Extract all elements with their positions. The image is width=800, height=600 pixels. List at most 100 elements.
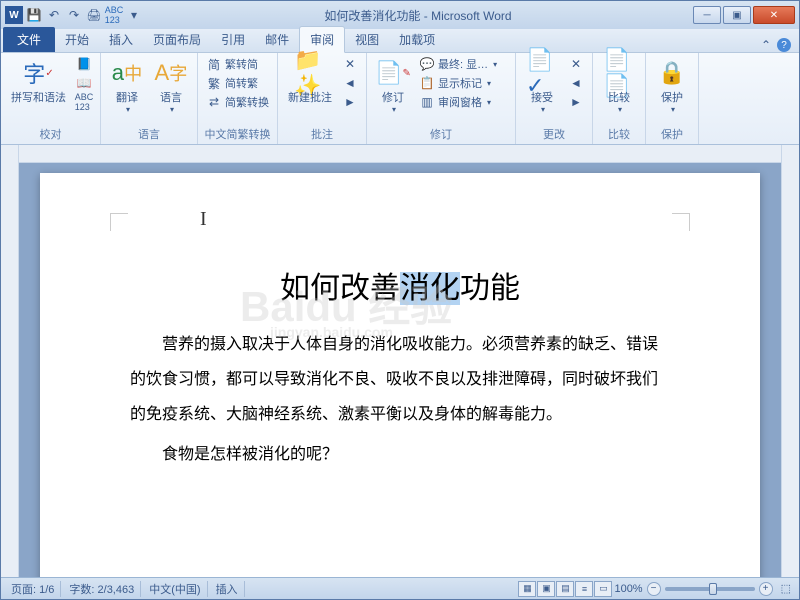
compare-button[interactable]: 📄📄 比较▾ (599, 55, 639, 116)
pane-icon: ▥ (419, 94, 435, 110)
accept-icon: 📄✓ (526, 57, 558, 89)
trad-icon: 繁 (206, 75, 222, 91)
paragraph[interactable]: 营养的摄入取决于人体自身的消化吸收能力。必须营养素的缺乏、错误的饮食习惯，都可以… (130, 327, 670, 433)
minimize-ribbon-icon[interactable]: ⌃ (761, 38, 771, 52)
vertical-ruler[interactable] (1, 145, 19, 577)
thesaurus-button[interactable]: 📖 (74, 74, 94, 92)
quick-access-toolbar: W 💾 ↶ ↷ 🖨 ABC123 ▾ (5, 6, 143, 24)
zoom-thumb[interactable] (709, 583, 717, 595)
save-icon[interactable]: 💾 (25, 6, 43, 24)
globe-icon: A字 (155, 57, 187, 89)
page-indicator[interactable]: 页面: 1/6 (5, 581, 61, 597)
group-chinese: 简繁转简 繁简转繁 ⇄简繁转换 中文简繁转换 (198, 53, 278, 144)
statusbar: 页面: 1/6 字数: 2/3,463 中文(中国) 插入 ▦ ▣ ▤ ≡ ▭ … (1, 577, 799, 599)
close-button[interactable]: ✕ (753, 6, 795, 24)
zoom-in-button[interactable]: + (759, 582, 773, 596)
redo-icon[interactable]: ↷ (65, 6, 83, 24)
simp-icon: 简 (206, 56, 222, 72)
new-comment-button[interactable]: 📁✨ 新建批注 (284, 55, 336, 107)
zoom-level[interactable]: 100% (614, 583, 642, 595)
tab-insert[interactable]: 插入 (99, 27, 143, 52)
horizontal-ruler[interactable] (19, 145, 781, 163)
prev-change-icon: ◄ (568, 75, 584, 91)
word-icon[interactable]: W (5, 6, 23, 24)
review-pane-button[interactable]: ▥审阅窗格▾ (417, 93, 509, 111)
group-compare: 📄📄 比较▾ 比较 (593, 53, 646, 144)
tab-mailings[interactable]: 邮件 (255, 27, 299, 52)
word-count[interactable]: 字数: 2/3,463 (63, 581, 141, 597)
print-layout-view[interactable]: ▦ (518, 581, 536, 597)
prev-comment-button[interactable]: ◄ (340, 74, 360, 92)
zoom-slider[interactable] (665, 587, 755, 591)
protect-button[interactable]: 🔒 保护▾ (652, 55, 692, 116)
compare-icon: 📄📄 (603, 57, 635, 89)
margin-corner (110, 213, 128, 231)
tab-addins[interactable]: 加载项 (389, 27, 445, 52)
markup-icon: 📋 (419, 75, 435, 91)
field-icon[interactable]: ABC123 (105, 6, 123, 24)
minimize-button[interactable]: ─ (693, 6, 721, 24)
to-simplified-button[interactable]: 简繁转简 (204, 55, 271, 73)
lock-icon: 🔒 (656, 57, 688, 89)
web-view[interactable]: ▤ (556, 581, 574, 597)
zoom-control: 100% − + ⬚ (614, 582, 795, 596)
zoom-out-button[interactable]: − (647, 582, 661, 596)
track-icon: 📄✎ (377, 57, 409, 89)
word-window: W 💾 ↶ ↷ 🖨 ABC123 ▾ 如何改善消化功能 - Microsoft … (0, 0, 800, 600)
next-change-button[interactable]: ► (566, 93, 586, 111)
language-indicator[interactable]: 中文(中国) (143, 581, 207, 597)
group-language: a中 翻译▾ A字 语言▾ 语言 (101, 53, 198, 144)
thesaurus-icon: 📖 (76, 75, 92, 91)
translate-button[interactable]: a中 翻译▾ (107, 55, 147, 116)
to-traditional-button[interactable]: 繁简转繁 (204, 74, 271, 92)
qat-dropdown-icon[interactable]: ▾ (125, 6, 143, 24)
convert-button[interactable]: ⇄简繁转换 (204, 93, 271, 111)
accept-button[interactable]: 📄✓ 接受▾ (522, 55, 562, 116)
prev-change-button[interactable]: ◄ (566, 74, 586, 92)
page-scroll[interactable]: I Baidu 经验 jingyan.baidu.com 如何改善消化功能 营养… (19, 145, 781, 577)
print-icon[interactable]: 🖨 (85, 6, 103, 24)
ribbon-tabs: 文件 开始 插入 页面布局 引用 邮件 审阅 视图 加载项 ⌃ ? (1, 29, 799, 53)
show-markup-button[interactable]: 📋显示标记▾ (417, 74, 509, 92)
insert-mode[interactable]: 插入 (210, 581, 245, 597)
group-comments: 📁✨ 新建批注 ✕ ◄ ► 批注 (278, 53, 367, 144)
reject-icon: ✕ (568, 56, 584, 72)
document-page[interactable]: I Baidu 经验 jingyan.baidu.com 如何改善消化功能 营养… (40, 173, 760, 577)
book-icon: 📘 (76, 56, 92, 72)
language-button[interactable]: A字 语言▾ (151, 55, 191, 116)
document-body[interactable]: 营养的摄入取决于人体自身的消化吸收能力。必须营养素的缺乏、错误的饮食习惯，都可以… (130, 327, 670, 472)
reject-button[interactable]: ✕ (566, 55, 586, 73)
tab-references[interactable]: 引用 (211, 27, 255, 52)
outline-view[interactable]: ≡ (575, 581, 593, 597)
help-icon[interactable]: ? (777, 38, 791, 52)
spelling-button[interactable]: 字✓ 拼写和语法 (7, 55, 70, 107)
draft-view[interactable]: ▭ (594, 581, 612, 597)
fit-icon[interactable]: ⬚ (781, 582, 791, 595)
research-button[interactable]: 📘 (74, 55, 94, 73)
track-changes-button[interactable]: 📄✎ 修订▾ (373, 55, 413, 116)
fullscreen-view[interactable]: ▣ (537, 581, 555, 597)
delete-comment-button[interactable]: ✕ (340, 55, 360, 73)
tab-view[interactable]: 视图 (345, 27, 389, 52)
wordcount-button[interactable]: ABC123 (74, 93, 94, 111)
document-title[interactable]: 如何改善消化功能 (130, 263, 670, 307)
file-tab[interactable]: 文件 (3, 27, 55, 52)
tab-layout[interactable]: 页面布局 (143, 27, 211, 52)
window-controls: ─ ▣ ✕ (693, 6, 795, 24)
next-icon: ► (342, 94, 358, 110)
display-mode-dropdown[interactable]: 💬最终: 显…▾ (417, 55, 509, 73)
tab-home[interactable]: 开始 (55, 27, 99, 52)
maximize-button[interactable]: ▣ (723, 6, 751, 24)
text-cursor-icon: I (200, 208, 207, 231)
comment-icon: 📁✨ (294, 57, 326, 89)
undo-icon[interactable]: ↶ (45, 6, 63, 24)
wordcount-icon: ABC123 (76, 94, 92, 110)
ribbon: 字✓ 拼写和语法 📘 📖 ABC123 校对 a中 翻译▾ A字 (1, 53, 799, 145)
group-tracking: 📄✎ 修订▾ 💬最终: 显…▾ 📋显示标记▾ ▥审阅窗格▾ 修订 (367, 53, 516, 144)
next-comment-button[interactable]: ► (340, 93, 360, 111)
document-area: I Baidu 经验 jingyan.baidu.com 如何改善消化功能 营养… (1, 145, 799, 577)
paragraph[interactable]: 食物是怎样被消化的呢？ (130, 437, 670, 472)
balloon-icon: 💬 (419, 56, 435, 72)
vertical-scrollbar[interactable] (781, 145, 799, 577)
group-protect: 🔒 保护▾ 保护 (646, 53, 699, 144)
